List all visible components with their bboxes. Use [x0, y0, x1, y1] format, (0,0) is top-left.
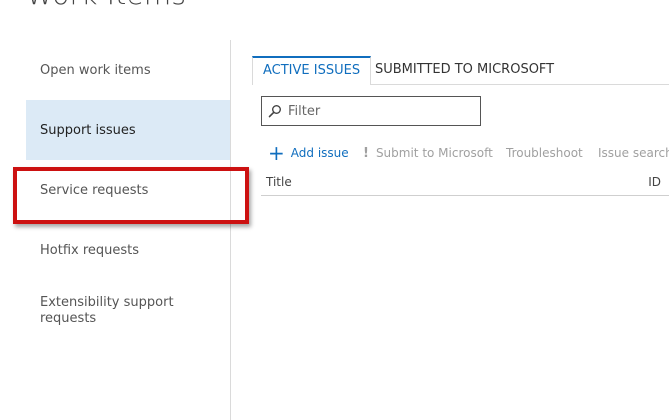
filter-input[interactable]: [288, 103, 468, 119]
sidebar-item-service-requests[interactable]: Service requests: [26, 160, 230, 220]
page-title: Work Items: [26, 0, 186, 11]
sidebar-item-open-work-items[interactable]: Open work items: [26, 40, 230, 100]
search-icon: [268, 105, 281, 118]
sidebar-item-label: Open work items: [40, 62, 151, 78]
sidebar-divider: [230, 40, 231, 420]
grid-header-divider: [261, 195, 669, 196]
submit-to-microsoft-button[interactable]: ! Submit to Microsoft: [363, 143, 493, 163]
tab-active-issues[interactable]: ACTIVE ISSUES: [252, 56, 372, 85]
tab-bar: ACTIVE ISSUES SUBMITTED TO MICROSOFT: [252, 56, 669, 85]
column-header-id[interactable]: ID: [648, 175, 661, 189]
sidebar-item-support-issues[interactable]: Support issues: [26, 100, 230, 160]
sidebar-item-label: Hotfix requests: [40, 242, 140, 258]
add-issue-label: Add issue: [290, 146, 349, 160]
filter-field[interactable]: [261, 96, 481, 126]
sidebar-item-hotfix-requests[interactable]: Hotfix requests: [26, 220, 230, 280]
plus-icon: +: [268, 141, 285, 165]
sidebar: Open work items Support issues Service r…: [26, 40, 230, 420]
toolbar: + Add issue ! Submit to Microsoft Troubl…: [268, 143, 669, 163]
tab-submitted-to-microsoft[interactable]: SUBMITTED TO MICROSOFT: [365, 56, 564, 84]
troubleshoot-label: Troubleshoot: [506, 146, 583, 160]
exclamation-icon: !: [363, 145, 369, 161]
sidebar-item-label: Extensibility support requests: [40, 295, 174, 326]
sidebar-item-label: Service requests: [40, 182, 149, 198]
sidebar-item-label: Support issues: [40, 122, 136, 138]
add-issue-button[interactable]: + Add issue: [268, 143, 349, 163]
grid-header: Title ID: [261, 171, 669, 195]
submit-label: Submit to Microsoft: [375, 146, 493, 160]
issue-search-label: Issue search: [598, 146, 669, 160]
troubleshoot-button[interactable]: Troubleshoot: [506, 143, 583, 163]
column-header-title[interactable]: Title: [266, 175, 292, 189]
issue-search-button[interactable]: Issue search: [598, 143, 669, 163]
sidebar-item-extensibility-support-requests[interactable]: Extensibility support requests: [26, 295, 206, 327]
